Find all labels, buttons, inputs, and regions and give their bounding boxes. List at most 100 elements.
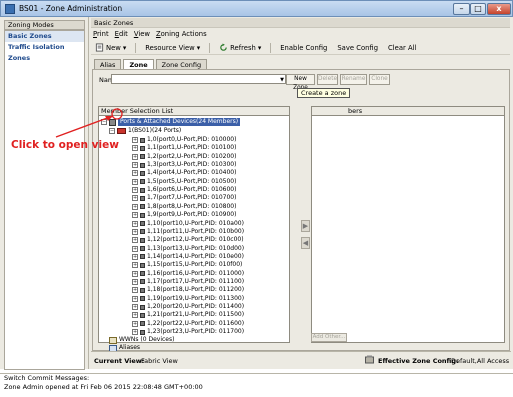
tab-strip: Alias Zone Zone Config	[94, 59, 208, 69]
save-config-button[interactable]: Save Config	[333, 42, 382, 54]
port-tree-row[interactable]: +1,13(port13,U-Port,PID: 010d00)	[132, 245, 244, 253]
tree-switch-node[interactable]: − 1(BS01)(24 Ports)	[109, 127, 181, 135]
collapse-icon[interactable]: −	[101, 119, 107, 125]
member-selection-list[interactable]: Member Selection List − Ports & Attached…	[98, 106, 290, 352]
port-label: 1,0(port0,U-Port,PID: 010000)	[147, 136, 237, 143]
expand-icon[interactable]: +	[132, 237, 138, 244]
port-label: 1,16(port16,U-Port,PID: 011000)	[147, 269, 245, 277]
port-tree-row[interactable]: +1,19(port19,U-Port,PID: 011300)	[132, 295, 244, 303]
rename-button[interactable]: Rename	[340, 74, 367, 85]
port-tree-row[interactable]: +1,11(port11,U-Port,PID: 010b00)	[132, 228, 244, 236]
new-zone-button[interactable]: New Zone	[286, 74, 315, 91]
expand-icon[interactable]: +	[132, 270, 138, 277]
menu-zoning-actions[interactable]: Zoning Actions	[156, 29, 207, 39]
zone-members-list[interactable]: bers	[311, 106, 505, 343]
port-tree-row[interactable]: +1,3(port3,U-Port,PID: 010300)	[132, 161, 236, 169]
port-label: 1,6(port6,U-Port,PID: 010600)	[147, 186, 237, 194]
port-tree-row[interactable]: +1,14(port14,U-Port,PID: 010e00)	[132, 253, 244, 261]
toolbar-separator	[209, 42, 211, 53]
expand-icon[interactable]: +	[132, 295, 138, 302]
port-tree-row[interactable]: +1,4(port4,U-Port,PID: 010400)	[132, 169, 236, 177]
expand-icon[interactable]: +	[132, 253, 138, 260]
port-tree-row[interactable]: +1,8(port8,U-Port,PID: 010800)	[132, 203, 236, 211]
new-zone-tooltip: Create a zone	[297, 88, 351, 98]
expand-icon[interactable]: +	[132, 312, 138, 319]
menu-view[interactable]: View	[134, 29, 150, 39]
tab-zone-config[interactable]: Zone Config	[155, 59, 208, 69]
toolbar-separator	[270, 42, 272, 53]
delete-button[interactable]: Delete	[317, 74, 338, 85]
port-tree-row[interactable]: +1,10(port10,U-Port,PID: 010a00)	[132, 220, 244, 228]
expand-icon[interactable]: +	[132, 162, 138, 169]
expand-icon[interactable]: +	[132, 220, 138, 227]
annotation-text: Click to open view	[11, 139, 119, 151]
clone-button[interactable]: Clone	[369, 74, 390, 85]
tree-wwns-node[interactable]: WWNs (0 Devices)	[109, 336, 174, 344]
port-tree-row[interactable]: +1,15(port15,U-Port,PID: 010f00)	[132, 261, 242, 269]
menu-print[interactable]: Print	[93, 29, 109, 39]
collapse-icon[interactable]: −	[109, 128, 115, 134]
port-tree-row[interactable]: +1,17(port17,U-Port,PID: 011100)	[132, 278, 244, 286]
port-tree-row[interactable]: +1,5(port5,U-Port,PID: 010500)	[132, 178, 236, 186]
zone-name-select[interactable]: ▼	[111, 74, 286, 84]
port-tree-row[interactable]: +1,18(port18,U-Port,PID: 011200)	[132, 286, 244, 294]
port-tree-row[interactable]: +1,12(port12,U-Port,PID: 010c00)	[132, 236, 244, 244]
port-tree-row[interactable]: +1,21(port21,U-Port,PID: 011500)	[132, 311, 244, 319]
expand-icon[interactable]: +	[132, 178, 138, 185]
expand-icon[interactable]: +	[132, 137, 138, 143]
close-button[interactable]: x	[487, 3, 511, 15]
expand-icon[interactable]: +	[132, 262, 138, 269]
port-tree-row[interactable]: +1,6(port6,U-Port,PID: 010600)	[132, 186, 236, 194]
window-title: BS01 - Zone Administration	[19, 4, 123, 13]
port-icon	[140, 179, 145, 185]
commit-messages-label: Switch Commit Messages:	[4, 374, 90, 382]
expand-icon[interactable]: +	[132, 187, 138, 194]
expand-icon[interactable]: +	[132, 287, 138, 294]
add-member-button[interactable]: ▶	[301, 220, 310, 232]
status-row: Current View: Fabric View Effective Zone…	[91, 351, 511, 369]
expand-icon[interactable]: +	[132, 304, 138, 310]
commit-messages-area: Switch Commit Messages: Zone Admin opene…	[0, 373, 513, 397]
expand-icon[interactable]: +	[132, 195, 138, 202]
new-button[interactable]: New ▾	[91, 42, 130, 54]
minimize-button[interactable]: –	[453, 3, 470, 15]
expand-icon[interactable]: +	[132, 320, 138, 327]
port-tree-row[interactable]: +1,7(port7,U-Port,PID: 010700)	[132, 194, 236, 202]
port-tree-row[interactable]: +1,0(port0,U-Port,PID: 010000)	[132, 136, 236, 144]
expand-icon[interactable]: +	[132, 278, 138, 285]
enable-config-button[interactable]: Enable Config	[276, 42, 331, 54]
resource-view-label: Resource View	[145, 43, 195, 52]
resource-view-button[interactable]: Resource View ▾	[141, 42, 204, 54]
remove-member-button[interactable]: ◀	[301, 237, 310, 249]
expand-icon[interactable]: +	[132, 203, 138, 210]
menu-edit[interactable]: Edit	[115, 29, 128, 39]
port-label: 1,7(port7,U-Port,PID: 010700)	[147, 194, 237, 202]
port-label: 1,4(port4,U-Port,PID: 010400)	[147, 169, 237, 177]
expand-icon[interactable]: +	[132, 212, 138, 219]
port-tree-row[interactable]: +1,20(port20,U-Port,PID: 011400)	[132, 303, 244, 311]
add-other-button[interactable]: Add Other...	[311, 333, 347, 342]
mode-basic-zones[interactable]: Basic Zones	[5, 31, 84, 42]
expand-icon[interactable]: +	[132, 228, 138, 235]
expand-icon[interactable]: +	[132, 245, 138, 252]
tab-zone[interactable]: Zone	[123, 59, 154, 69]
expand-icon[interactable]: +	[132, 153, 138, 160]
expand-icon[interactable]: +	[132, 145, 138, 152]
port-tree-row[interactable]: +1,22(port22,U-Port,PID: 011600)	[132, 320, 244, 328]
refresh-button[interactable]: Refresh ▾	[215, 42, 265, 54]
new-icon	[95, 43, 104, 52]
maximize-button[interactable]: □	[470, 3, 486, 15]
expand-icon[interactable]: +	[132, 170, 138, 177]
tree-root-ports[interactable]: − Ports & Attached Devices(24 Members)	[101, 118, 241, 126]
clear-all-button[interactable]: Clear All	[384, 42, 420, 54]
port-tree-row[interactable]: +1,2(port2,U-Port,PID: 010200)	[132, 153, 236, 161]
port-tree-row[interactable]: +1,1(port1,U-Port,PID: 010100)	[132, 144, 236, 152]
mode-traffic-isolation-zones[interactable]: Traffic Isolation Zones	[5, 42, 84, 62]
port-tree-row[interactable]: +1,9(port9,U-Port,PID: 010900)	[132, 211, 236, 219]
port-label: 1,2(port2,U-Port,PID: 010200)	[147, 152, 237, 160]
app-icon	[5, 4, 15, 14]
expand-icon[interactable]: +	[132, 329, 138, 336]
port-tree-row[interactable]: +1,16(port16,U-Port,PID: 011000)	[132, 270, 244, 278]
tab-alias[interactable]: Alias	[94, 59, 122, 69]
port-tree-row[interactable]: +1,23(port23,U-Port,PID: 011700)	[132, 328, 244, 336]
